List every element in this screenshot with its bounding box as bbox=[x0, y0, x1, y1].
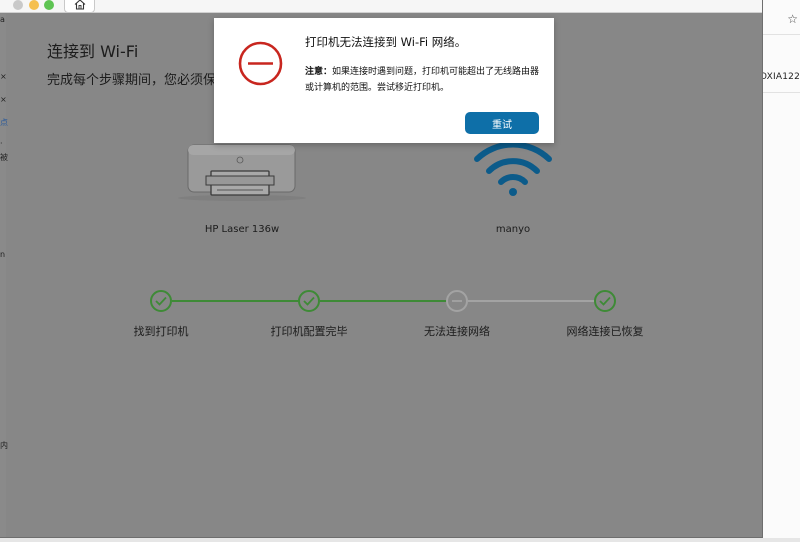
step-connector bbox=[320, 300, 447, 302]
step-done-icon bbox=[150, 290, 172, 312]
step-connector bbox=[468, 300, 595, 302]
retry-button[interactable]: 重试 bbox=[465, 112, 539, 134]
background-bottom-bar bbox=[0, 538, 800, 542]
page-subtitle: 完成每个步骤期间，您必须保 bbox=[47, 73, 217, 88]
edge-text: · bbox=[0, 139, 3, 148]
step-label: 找到打印机 bbox=[133, 325, 189, 338]
dialog-title: 打印机无法连接到 Wi-Fi 网络。 bbox=[305, 35, 467, 49]
edge-text: × bbox=[0, 95, 7, 104]
step-label: 打印机配置完毕 bbox=[270, 325, 348, 338]
step-failed-icon bbox=[446, 290, 468, 312]
step-done-icon bbox=[298, 290, 320, 312]
printer-name: HP Laser 136w bbox=[204, 224, 280, 235]
edge-text: × bbox=[0, 72, 7, 81]
window-titlebar bbox=[0, 0, 762, 13]
printer-illustration bbox=[175, 138, 310, 204]
page-title: 连接到 Wi-Fi bbox=[47, 42, 139, 61]
left-edge bbox=[0, 14, 6, 537]
wifi-illustration bbox=[474, 141, 552, 199]
step-done-icon bbox=[594, 290, 616, 312]
star-icon[interactable]: ☆ bbox=[787, 12, 798, 26]
minimize-window-button[interactable] bbox=[29, 0, 39, 10]
maximize-window-button[interactable] bbox=[44, 0, 54, 10]
edge-text: a bbox=[0, 15, 5, 24]
error-icon bbox=[238, 41, 283, 86]
divider bbox=[760, 92, 800, 93]
home-button[interactable] bbox=[64, 0, 95, 13]
close-window-button[interactable] bbox=[13, 0, 23, 10]
divider bbox=[760, 34, 800, 35]
printer-icon bbox=[178, 144, 306, 201]
home-icon bbox=[74, 0, 85, 10]
network-name: manyo bbox=[495, 224, 531, 235]
dialog-message: 注意：如果连接时遇到问题，打印机可能超出了无线路由器或计算机的范围。尝试移近打印… bbox=[305, 64, 540, 96]
edge-text: 点 bbox=[0, 118, 8, 127]
step-label: 无法连接网络 bbox=[424, 325, 490, 338]
background-side-strip: ☆ AOXIA122 bbox=[754, 0, 800, 542]
wifi-icon bbox=[474, 141, 552, 196]
dialog-note-text: 如果连接时遇到问题，打印机可能超出了无线路由器或计算机的范围。尝试移近打印机。 bbox=[305, 67, 540, 93]
error-dialog: 打印机无法连接到 Wi-Fi 网络。 注意：如果连接时遇到问题，打印机可能超出了… bbox=[214, 18, 554, 143]
edge-text: 被 bbox=[0, 153, 8, 162]
dialog-note-label: 注意： bbox=[305, 67, 333, 77]
edge-text: n bbox=[0, 250, 6, 259]
step-label: 网络连接已恢复 bbox=[566, 325, 644, 338]
step-connector bbox=[172, 300, 299, 302]
edge-text: 内 bbox=[0, 441, 8, 450]
